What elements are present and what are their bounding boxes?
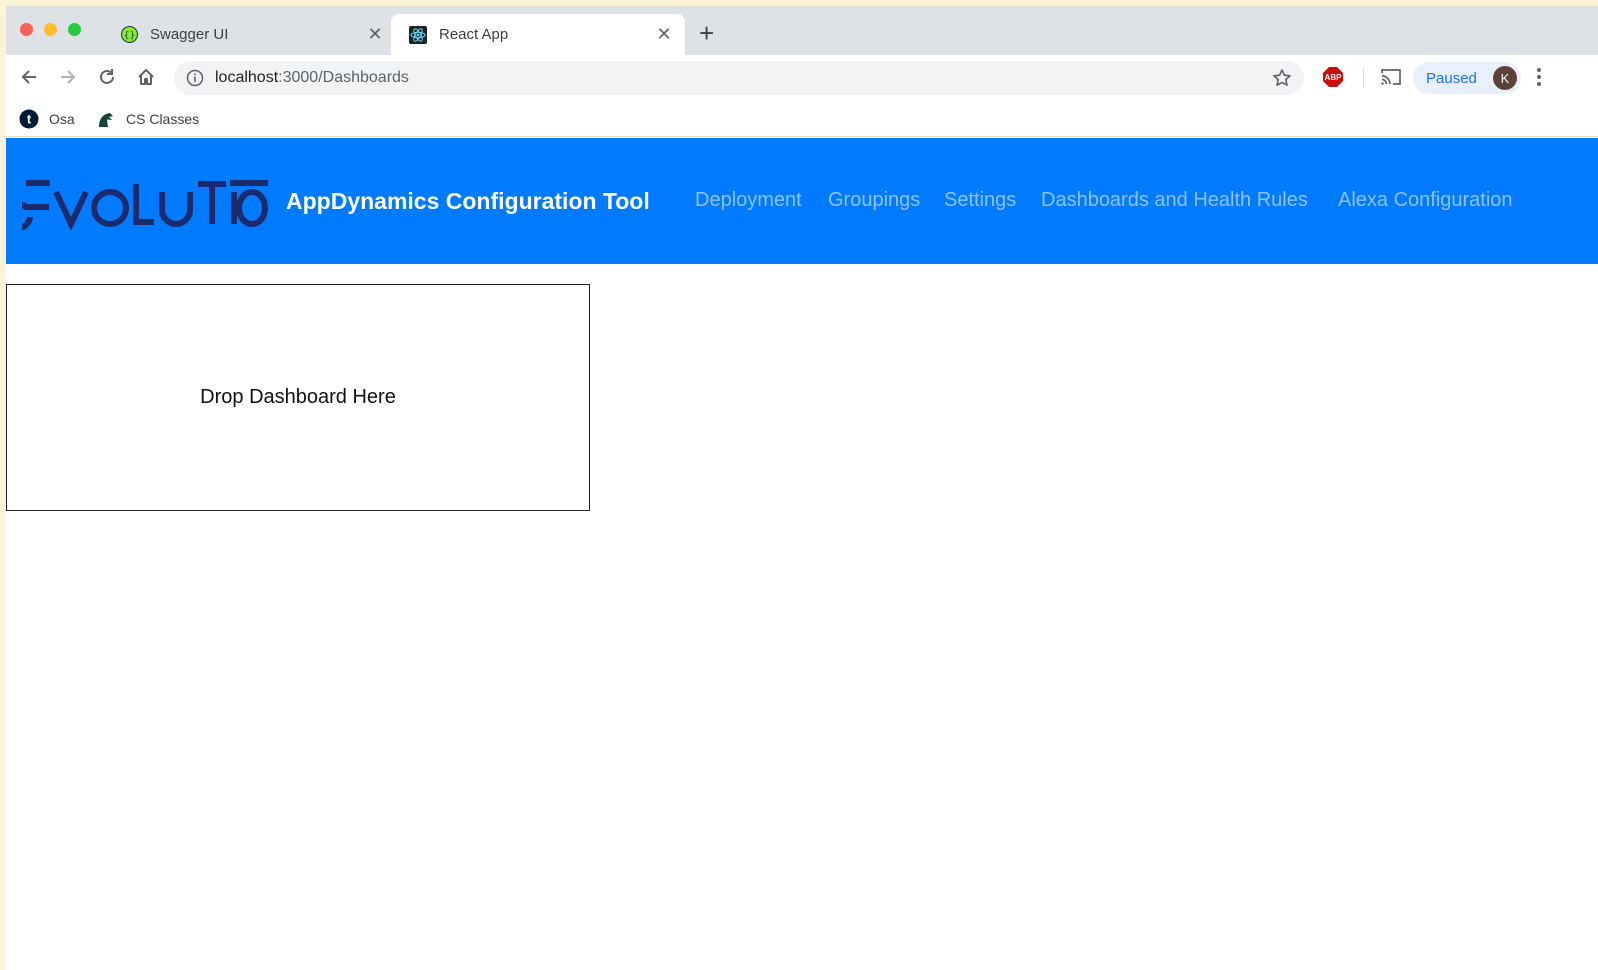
svg-text:t: t bbox=[27, 112, 32, 127]
tab-title: Swagger UI bbox=[150, 26, 229, 43]
dashboard-drop-zone[interactable]: Drop Dashboard Here bbox=[6, 284, 590, 511]
bookmark-label: CS Classes bbox=[126, 111, 200, 127]
avatar: K bbox=[1493, 66, 1517, 90]
url-path: :3000/Dashboards bbox=[278, 69, 409, 86]
adblock-icon[interactable]: ABP bbox=[1323, 67, 1343, 87]
swagger-icon: {} bbox=[120, 26, 138, 44]
drop-zone-label: Drop Dashboard Here bbox=[200, 386, 396, 408]
nav-link-groupings[interactable]: Groupings bbox=[828, 189, 920, 212]
cast-icon[interactable] bbox=[1380, 67, 1402, 92]
url-text: localhost:3000/Dashboards bbox=[215, 69, 409, 87]
nav-link-alexa[interactable]: Alexa Configuration bbox=[1338, 189, 1513, 212]
address-bar[interactable]: localhost:3000/Dashboards bbox=[174, 61, 1304, 95]
close-tab-icon[interactable]: ✕ bbox=[655, 24, 673, 45]
browser-window: {} Swagger UI ✕ React App ✕ + localhost:… bbox=[6, 6, 1598, 970]
bookmark-star-icon[interactable] bbox=[1272, 68, 1292, 93]
reload-icon[interactable] bbox=[95, 65, 119, 89]
react-icon bbox=[409, 25, 427, 44]
bookmark-osa[interactable]: t Osa bbox=[19, 109, 75, 129]
profile-status: Paused bbox=[1426, 69, 1477, 87]
toolbar-divider bbox=[1363, 68, 1364, 88]
bookmark-cs-classes[interactable]: CS Classes bbox=[96, 109, 199, 129]
browser-toolbar: localhost:3000/Dashboards ABP Paused K bbox=[6, 55, 1598, 99]
tab-react-app[interactable]: React App ✕ bbox=[391, 14, 685, 55]
nav-link-settings[interactable]: Settings bbox=[944, 189, 1016, 212]
tab-strip: {} Swagger UI ✕ React App ✕ + bbox=[6, 6, 1598, 55]
url-host: localhost bbox=[215, 69, 279, 86]
close-tab-icon[interactable]: ✕ bbox=[366, 24, 384, 45]
back-icon[interactable] bbox=[17, 65, 41, 89]
profile-button[interactable]: Paused K bbox=[1413, 62, 1521, 94]
svg-text:{}: {} bbox=[123, 31, 134, 41]
spartan-icon bbox=[96, 109, 116, 129]
new-tab-icon[interactable]: + bbox=[699, 19, 714, 47]
evolutio-logo[interactable] bbox=[6, 174, 268, 235]
bookmarks-bar: t Osa CS Classes bbox=[6, 99, 1598, 137]
zoom-window-button[interactable] bbox=[68, 23, 81, 36]
tumblr-icon: t bbox=[19, 109, 39, 129]
more-menu-icon[interactable] bbox=[1536, 66, 1542, 93]
tab-title: React App bbox=[439, 26, 509, 43]
site-info-icon[interactable] bbox=[186, 69, 204, 92]
tab-swagger-ui[interactable]: {} Swagger UI ✕ bbox=[102, 14, 396, 55]
home-icon[interactable] bbox=[134, 65, 158, 89]
nav-link-deployment[interactable]: Deployment bbox=[695, 189, 802, 212]
app-navbar: AppDynamics Configuration Tool Deploymen… bbox=[6, 138, 1598, 264]
app-title[interactable]: AppDynamics Configuration Tool bbox=[286, 188, 650, 215]
nav-link-dashboards[interactable]: Dashboards and Health Rules bbox=[1041, 189, 1308, 212]
minimize-window-button[interactable] bbox=[44, 23, 57, 36]
bookmark-label: Osa bbox=[49, 111, 75, 127]
close-window-button[interactable] bbox=[20, 23, 33, 36]
forward-icon[interactable] bbox=[56, 65, 80, 89]
